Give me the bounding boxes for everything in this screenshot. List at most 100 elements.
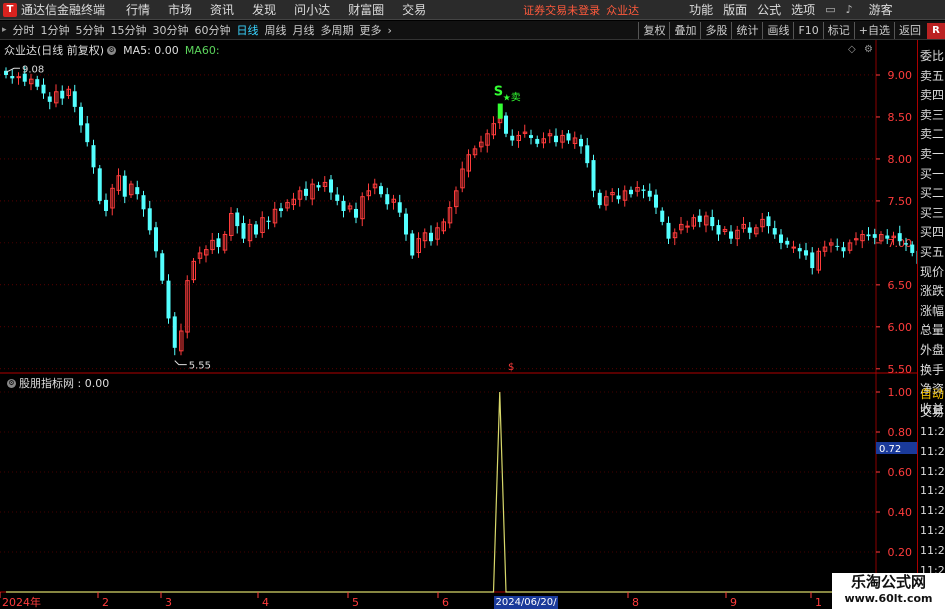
x-tick-label: 2024年 <box>2 595 41 609</box>
sell-signal-s: S <box>494 85 503 100</box>
menu-item-market[interactable]: 市场 <box>168 1 192 18</box>
candle-body-down <box>729 231 733 239</box>
candle-body-down <box>341 200 346 211</box>
back-button[interactable]: 返回 <box>894 22 925 39</box>
candle-body-down <box>60 90 65 99</box>
quote-label-8: 买三 <box>920 205 945 220</box>
menu-bar: T 通达信金融终端 行情 市场 资讯 发现 问小达 财富圈 交易 证券交易未登录… <box>0 0 945 20</box>
candle-body-down <box>641 189 646 191</box>
candle-body-down <box>897 233 902 242</box>
candle-body-down <box>241 223 246 239</box>
watermark-title: 乐淘公式网 <box>850 573 926 591</box>
candle-body-down <box>354 208 358 218</box>
sub-legend: ⚙ 股朋指标网 : 0.00 <box>4 375 109 391</box>
quote-label-9: 买四 <box>920 225 945 240</box>
quote-side-panel: 委比 卖五 卖四 卖三 卖二 卖一 买一 买二 买三 买四 买五 现价 涨跌 涨幅 总量 外盘 换手 净资 收益 自动… <box>917 40 945 609</box>
chart-canvas[interactable]: 9.008.508.007.507.006.506.005.501.000.80… <box>0 40 917 609</box>
quote-label-14: 总量 <box>920 323 945 338</box>
candle-body-down <box>766 216 771 227</box>
candle-body-down <box>266 220 271 222</box>
adjust-button[interactable]: 复权 <box>638 22 669 39</box>
multi-stock-button[interactable]: 多股 <box>700 22 731 39</box>
minimize-icon[interactable]: ▭ <box>825 3 835 16</box>
menu-item-trade[interactable]: 交易 <box>402 1 426 18</box>
period-weekly[interactable]: 周线 <box>265 22 287 38</box>
trading-terminal: T 通达信金融终端 行情 市场 资讯 发现 问小达 财富圈 交易 证券交易未登录… <box>0 0 945 609</box>
candle-body-down <box>535 138 540 144</box>
candle-body-down <box>10 75 15 79</box>
candle-body-down <box>841 247 846 252</box>
gear-icon[interactable]: ⚙ <box>864 44 873 55</box>
r-icon[interactable]: R <box>927 22 945 39</box>
period-30min[interactable]: 30分钟 <box>153 22 189 38</box>
menu-layout[interactable]: 版面 <box>723 1 747 18</box>
login-status[interactable]: 证券交易未登录 <box>523 2 600 18</box>
indicator-tick-label: 1.00 <box>888 386 913 399</box>
candle-body-down <box>585 145 590 164</box>
statistics-button[interactable]: 统计 <box>731 22 762 39</box>
candle-body-down <box>379 186 383 195</box>
menu-formula[interactable]: 公式 <box>757 1 781 18</box>
auto-trade-label-1[interactable]: 交易 <box>920 403 945 420</box>
menu-item-wealth[interactable]: 财富圈 <box>348 1 384 18</box>
period-more[interactable]: 更多 <box>360 22 382 38</box>
candle-body-down <box>566 133 571 141</box>
stock-brand: 众业达 <box>606 3 640 17</box>
candle-body-down <box>910 244 915 253</box>
menu-options[interactable]: 选项 <box>791 1 815 18</box>
mark-button[interactable]: 标记 <box>822 22 854 39</box>
ma60-value: MA60: <box>184 43 220 57</box>
x-tick-label: 1 <box>815 596 822 609</box>
overlay-button[interactable]: 叠加 <box>669 22 700 39</box>
f10-button[interactable]: F10 <box>793 22 822 39</box>
trade-time-5: 11:29 <box>920 524 945 537</box>
chart-toolbar: 复权 叠加 多股 统计 画线 F10 标记 +自选 返回 R <box>638 21 945 40</box>
diamond-icon[interactable]: ◇ <box>848 44 856 55</box>
x-tick-label: 8 <box>632 596 639 609</box>
candle-body-up <box>791 246 796 249</box>
indicator-settings-icon[interactable]: ⚙ <box>7 378 16 388</box>
quote-label-0: 委比 <box>920 49 945 63</box>
quote-label-16: 换手 <box>920 362 945 377</box>
menu-item-discover[interactable]: 发现 <box>252 1 276 18</box>
indicator-line <box>6 391 917 593</box>
period-multi[interactable]: 多周期 <box>321 22 354 38</box>
trade-time-2: 11:28 <box>920 464 945 478</box>
period-monthly[interactable]: 月线 <box>293 22 315 38</box>
period-1min[interactable]: 1分钟 <box>41 22 70 38</box>
candle-body-down <box>122 175 127 197</box>
low-price-label: 5.55 <box>189 361 211 372</box>
candle-body-down <box>335 194 340 201</box>
menu-item-news[interactable]: 资讯 <box>210 1 234 18</box>
candle-body-down <box>85 123 90 143</box>
candle-body-down <box>654 194 658 208</box>
candle-body-down <box>579 138 583 147</box>
quote-label-11: 现价 <box>920 264 945 279</box>
candle-body-down <box>504 115 508 134</box>
collapse-icon[interactable]: ▸ <box>2 25 7 35</box>
x-tick-label: 6 <box>442 596 449 609</box>
period-daily[interactable]: 日线 <box>237 22 259 38</box>
menu-item-market-quotes[interactable]: 行情 <box>126 1 150 18</box>
date-cursor-label: 2024/06/20/四 <box>494 596 558 609</box>
period-15min[interactable]: 15分钟 <box>111 22 147 38</box>
bell-icon[interactable]: ♪ <box>846 3 853 16</box>
auto-trade-label-0[interactable]: 自动 <box>920 385 945 402</box>
candle-body-down <box>429 232 433 242</box>
draw-line-button[interactable]: 画线 <box>762 22 793 39</box>
trade-time-0: 11:28 <box>920 425 945 438</box>
settings-icon[interactable]: ⚙ <box>107 45 117 55</box>
add-watchlist-button[interactable]: +自选 <box>853 22 894 39</box>
candle-body-down <box>710 217 715 227</box>
chevron-right-icon[interactable]: › <box>388 24 392 37</box>
watermark-url: www.60lt.com <box>844 592 933 605</box>
period-5min[interactable]: 5分钟 <box>76 22 105 38</box>
period-timeshare[interactable]: 分时 <box>13 22 35 38</box>
menu-function[interactable]: 功能 <box>689 1 713 18</box>
menu-item-ask[interactable]: 问小达 <box>294 1 330 18</box>
guest-user[interactable]: 游客 <box>869 1 893 18</box>
candle-body-down <box>279 208 283 211</box>
candle-body-down <box>885 235 890 239</box>
period-60min[interactable]: 60分钟 <box>195 22 231 38</box>
quote-label-2: 卖四 <box>920 88 945 103</box>
